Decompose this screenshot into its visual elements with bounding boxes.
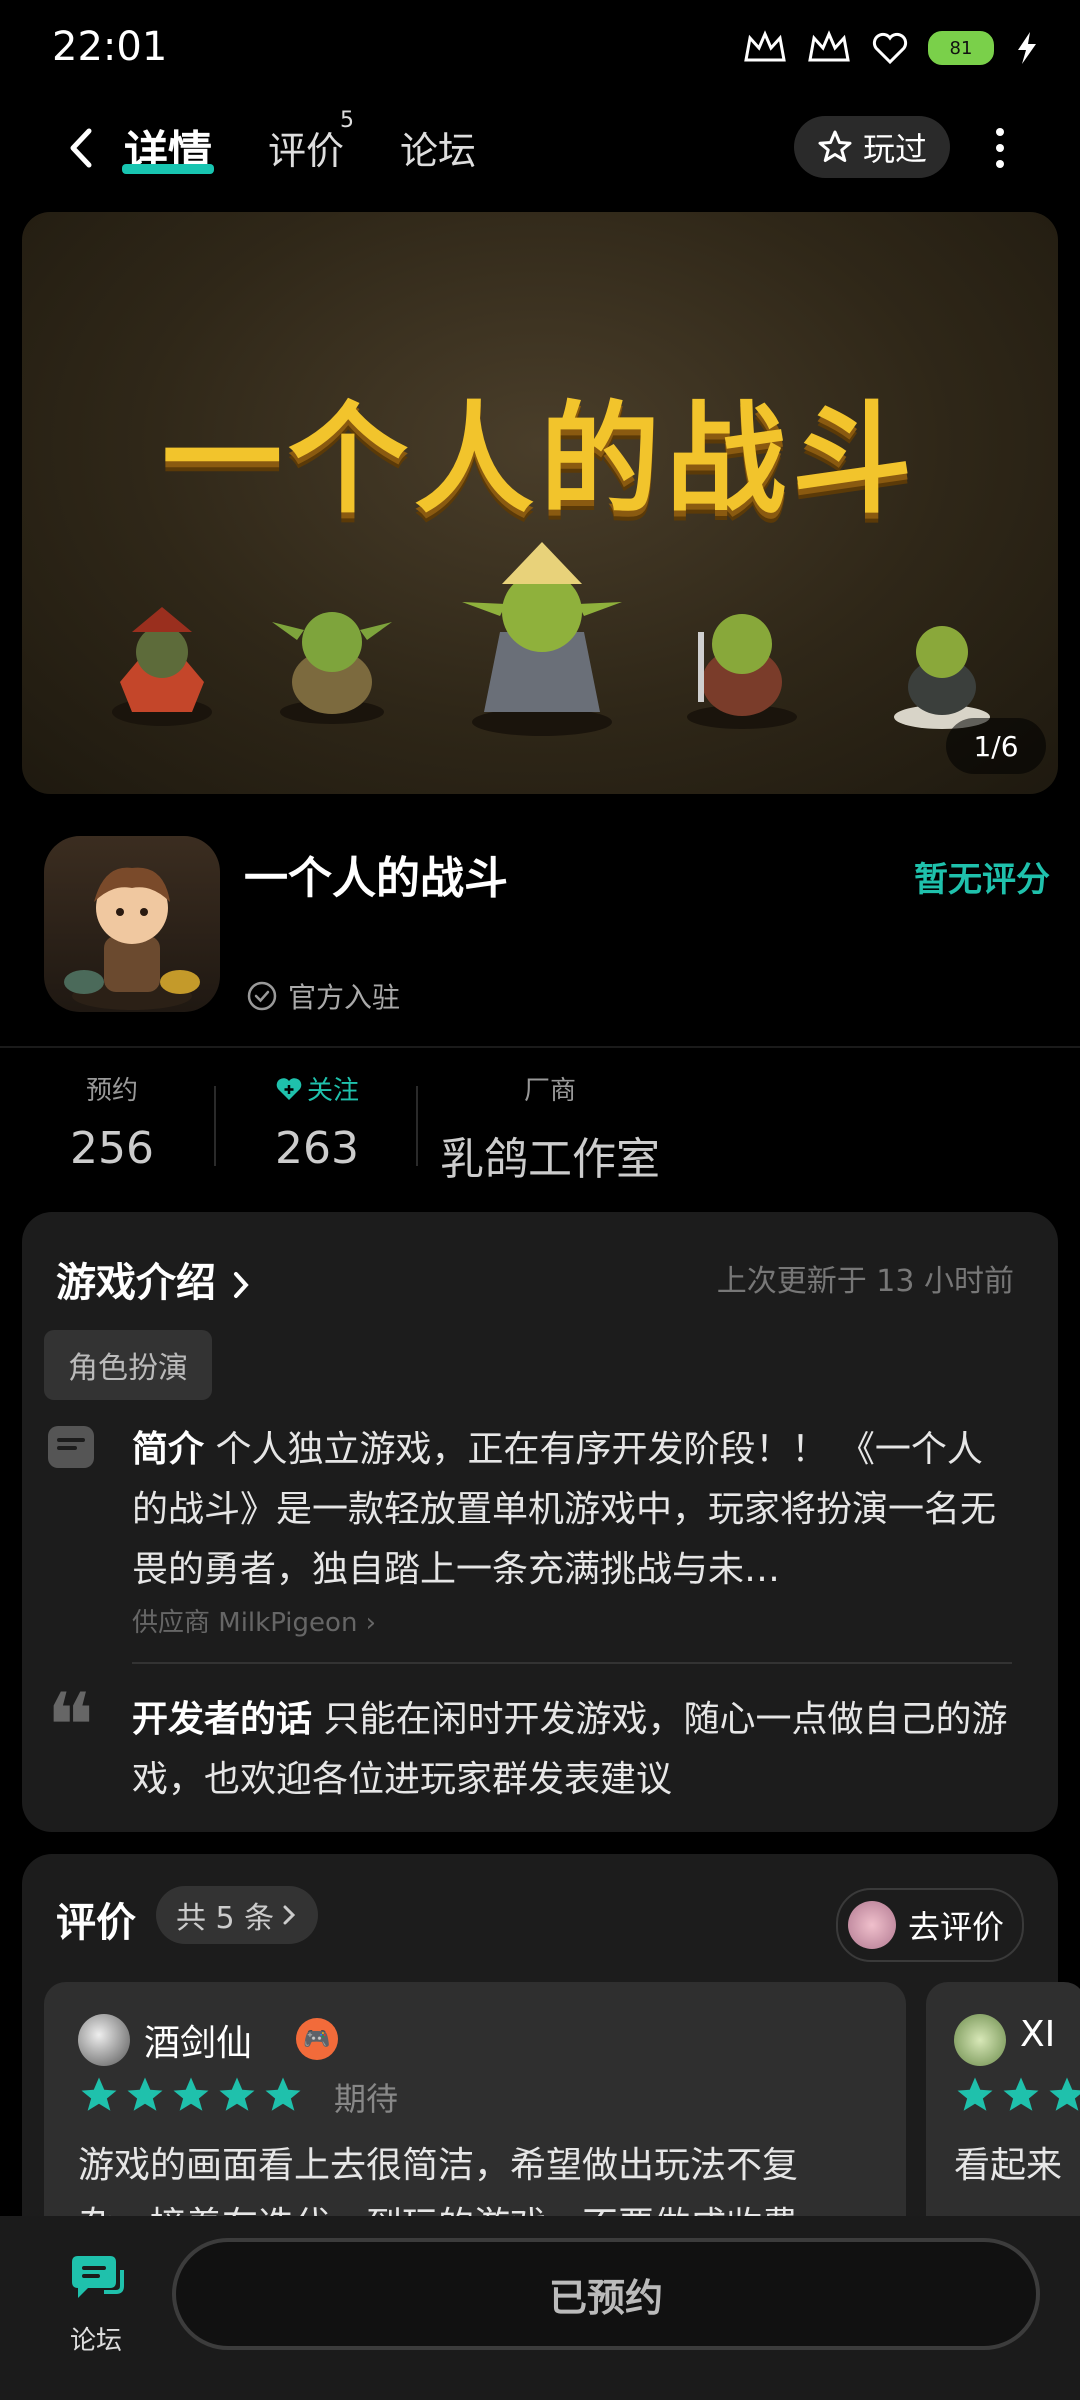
bottom-action-bar: 论坛 已预约 bbox=[0, 2216, 1080, 2400]
reviewer-avatar bbox=[954, 2014, 1006, 2066]
status-time: 22:01 bbox=[52, 24, 168, 70]
reserve-stat: 预约 256 bbox=[62, 1070, 162, 1174]
star-icon bbox=[265, 2077, 301, 2111]
game-icon-character bbox=[64, 867, 200, 1010]
write-review-button[interactable]: 去评价 bbox=[835, 1888, 1024, 1962]
follow-count: 263 bbox=[275, 1123, 359, 1174]
played-button[interactable]: 玩过 bbox=[794, 116, 950, 178]
star-icon bbox=[219, 2077, 255, 2111]
check-circle-icon bbox=[247, 981, 277, 1011]
official-label: 官方入驻 bbox=[288, 981, 401, 1014]
game-name: 一个人的战斗 bbox=[244, 853, 508, 904]
back-arrow-icon bbox=[70, 128, 92, 168]
reviews-card: 评价 共 5 条 去评价 酒剑仙 🎮 期待 游戏的画面看上去很简洁，希望做出玩法… bbox=[22, 1854, 1080, 2282]
dot-icon bbox=[996, 128, 1004, 136]
reserve-label: 预约 bbox=[85, 1076, 138, 1106]
user-avatar bbox=[847, 1901, 896, 1949]
review-text: 看起来 bbox=[954, 2145, 1063, 2186]
forum-label: 论坛 bbox=[69, 2326, 122, 2356]
battery-icon: 81 bbox=[928, 31, 994, 65]
description-icon bbox=[48, 1426, 94, 1468]
last-updated: 上次更新于 13 小时前 bbox=[716, 1264, 1014, 1299]
follow-label: 关注 bbox=[306, 1076, 359, 1106]
text-lines-icon bbox=[57, 1438, 85, 1450]
reviewer-name: XI bbox=[1020, 2014, 1056, 2055]
reviewer-avatar bbox=[78, 2014, 130, 2066]
dot-icon bbox=[996, 144, 1004, 152]
star-icon bbox=[1049, 2077, 1080, 2111]
star-icon bbox=[957, 2077, 993, 2111]
write-review-label: 去评价 bbox=[907, 1908, 1004, 1946]
supplier-link[interactable]: 供应商 MilkPigeon › bbox=[132, 1602, 376, 1639]
supplier-text: 供应商 MilkPigeon bbox=[132, 1608, 358, 1638]
follow-stat[interactable]: 关注 263 bbox=[262, 1070, 372, 1174]
back-button[interactable] bbox=[50, 118, 110, 178]
active-tab-indicator bbox=[122, 164, 214, 174]
flash-icon bbox=[1018, 32, 1036, 64]
stat-divider bbox=[416, 1086, 418, 1166]
quote-icon: ❝ bbox=[46, 1674, 95, 1779]
game-icon bbox=[44, 836, 220, 1012]
reserve-count: 256 bbox=[70, 1123, 154, 1174]
battery-level: 81 bbox=[949, 37, 973, 59]
star-outline-icon bbox=[818, 130, 852, 162]
gamepad-badge-icon: 🎮 bbox=[296, 2018, 338, 2060]
status-icons: 81 bbox=[742, 28, 1042, 68]
star-icon bbox=[1003, 2077, 1039, 2111]
official-badge: 官方入驻 bbox=[246, 976, 400, 1016]
divider bbox=[132, 1662, 1012, 1664]
game-banner-carousel[interactable]: 一个人的战斗 1/6 bbox=[22, 212, 1058, 794]
follow-label-wrap: 关注 bbox=[262, 1070, 372, 1107]
reserved-button[interactable]: 已预约 bbox=[172, 2238, 1040, 2350]
star-rating bbox=[78, 2074, 304, 2116]
developer-note: 开发者的话 只能在闲时开发游戏，随心一点做自己的游戏，也欢迎各位进玩家群发表建议 bbox=[132, 1690, 1012, 1810]
reviews-title: 评价 bbox=[56, 1900, 136, 1946]
game-description[interactable]: 简介 个人独立游戏，正在有序开发阶段！！ 《一个人的战斗》是一款轻放置单机游戏中… bbox=[132, 1420, 1012, 1600]
more-options-button[interactable] bbox=[980, 118, 1020, 178]
star-rating bbox=[954, 2074, 1080, 2116]
intro-title-link[interactable]: 游戏介绍 bbox=[56, 1250, 252, 1308]
chevron-right-icon bbox=[283, 1905, 296, 1925]
stat-divider bbox=[214, 1086, 216, 1166]
heart-plus-icon bbox=[276, 1077, 302, 1100]
intro-title: 游戏介绍 bbox=[56, 1260, 216, 1306]
chevron-right-icon bbox=[233, 1272, 249, 1298]
tab-reviews[interactable]: 评价 bbox=[268, 120, 344, 175]
crown-icon bbox=[744, 30, 786, 62]
reviews-count-badge: 5 bbox=[340, 108, 354, 133]
vendor-name: 乳鸽工作室 bbox=[440, 1134, 660, 1185]
description-label: 简介 bbox=[132, 1429, 205, 1470]
status-bar: 22:01 81 bbox=[0, 0, 1080, 100]
star-icon bbox=[127, 2077, 163, 2111]
crown-icon bbox=[808, 30, 850, 62]
tab-forum[interactable]: 论坛 bbox=[400, 120, 476, 175]
heart-icon bbox=[872, 32, 908, 65]
reviews-count-link[interactable]: 共 5 条 bbox=[156, 1886, 319, 1944]
review-status: 期待 bbox=[334, 2080, 399, 2118]
rating-status: 暂无评分 bbox=[914, 860, 1050, 900]
genre-tag[interactable]: 角色扮演 bbox=[44, 1330, 212, 1400]
divider bbox=[0, 1046, 1080, 1048]
star-icon bbox=[81, 2077, 117, 2111]
goblin-characters-illustration bbox=[112, 542, 990, 736]
played-label: 玩过 bbox=[862, 130, 927, 168]
star-icon bbox=[173, 2077, 209, 2111]
banner-page-counter: 1/6 bbox=[946, 718, 1046, 774]
reviewer-name: 酒剑仙 bbox=[144, 2023, 253, 2064]
vendor-stat[interactable]: 厂商 乳鸽工作室 bbox=[440, 1070, 660, 1187]
description-text: 个人独立游戏，正在有序开发阶段！！ 《一个人的战斗》是一款轻放置单机游戏中，玩家… bbox=[132, 1429, 997, 1590]
reviews-count: 共 5 条 bbox=[176, 1901, 275, 1936]
developer-note-label: 开发者的话 bbox=[132, 1699, 313, 1740]
dot-icon bbox=[996, 160, 1004, 168]
forum-button[interactable]: 论坛 bbox=[56, 2252, 136, 2357]
chat-bubble-icon bbox=[72, 2256, 124, 2298]
game-intro-card: 游戏介绍 上次更新于 13 小时前 角色扮演 简介 个人独立游戏，正在有序开发阶… bbox=[22, 1212, 1058, 1832]
vendor-label: 厂商 bbox=[523, 1076, 576, 1106]
